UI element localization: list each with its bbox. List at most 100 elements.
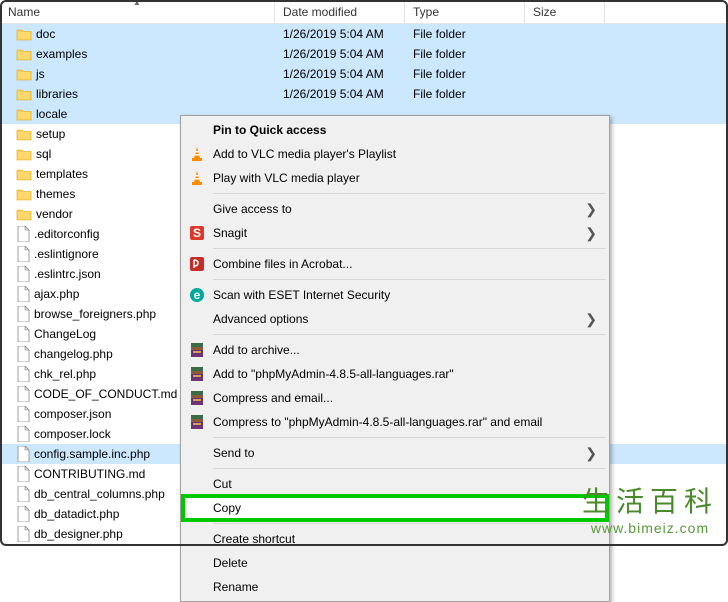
- submenu-arrow-icon: ❯: [585, 201, 597, 218]
- menu-item-scan-with-eset-internet-security[interactable]: Scan with ESET Internet Security: [183, 283, 607, 307]
- file-name-label: .eslintignore: [34, 247, 99, 261]
- file-name-label: CODE_OF_CONDUCT.md: [34, 387, 177, 401]
- menu-item-add-to-archive[interactable]: Add to archive...: [183, 338, 607, 362]
- file-name-label: composer.lock: [34, 427, 111, 441]
- submenu-arrow-icon: ❯: [585, 225, 597, 242]
- menu-item-label: Add to VLC media player's Playlist: [213, 147, 396, 161]
- menu-item-snagit[interactable]: Snagit❯: [183, 221, 607, 245]
- menu-item-cut[interactable]: Cut: [183, 472, 607, 496]
- file-icon: [16, 266, 30, 282]
- menu-item-play-with-vlc-media-player[interactable]: Play with VLC media player: [183, 166, 607, 190]
- file-icon: [16, 286, 30, 302]
- file-name-label: db_central_columns.php: [34, 487, 165, 501]
- rar-icon: [187, 412, 207, 432]
- menu-item-label: Combine files in Acrobat...: [213, 257, 352, 271]
- column-header-row: Name ▲ Date modified Type Size: [0, 0, 728, 24]
- file-icon: [16, 386, 30, 402]
- menu-separator: [213, 334, 606, 335]
- menu-item-compress-and-email[interactable]: Compress and email...: [183, 386, 607, 410]
- rar-icon: [187, 364, 207, 384]
- file-name-label: chk_rel.php: [34, 367, 96, 381]
- file-row[interactable]: doc1/26/2019 5:04 AMFile folder: [0, 24, 728, 44]
- file-name-label: .eslintrc.json: [34, 267, 101, 281]
- file-icon: [16, 506, 30, 522]
- menu-item-send-to[interactable]: Send to❯: [183, 441, 607, 465]
- folder-icon: [16, 28, 32, 41]
- file-name-label: themes: [36, 187, 75, 201]
- menu-item-delete[interactable]: Delete: [183, 551, 607, 575]
- menu-item-copy[interactable]: Copy: [183, 496, 607, 520]
- column-header-label: Type: [413, 5, 439, 19]
- watermark-url: www.bimeiz.com: [582, 520, 718, 536]
- menu-item-label: Rename: [213, 580, 258, 594]
- menu-item-label: Send to: [213, 446, 254, 460]
- menu-separator: [213, 193, 606, 194]
- file-name-label: db_datadict.php: [34, 507, 119, 521]
- blank-icon: [187, 474, 207, 494]
- file-name-label: .editorconfig: [34, 227, 99, 241]
- file-name-label: js: [36, 67, 45, 81]
- folder-icon: [16, 48, 32, 61]
- column-header-size[interactable]: Size: [525, 0, 605, 23]
- watermark: 生活百科 www.bimeiz.com: [582, 480, 718, 536]
- file-icon: [16, 426, 30, 442]
- folder-icon: [16, 208, 32, 221]
- column-header-type[interactable]: Type: [405, 0, 525, 23]
- file-date-cell: 1/26/2019 5:04 AM: [275, 87, 405, 101]
- file-name-cell: doc: [0, 27, 275, 41]
- rar-icon: [187, 340, 207, 360]
- file-icon: [16, 366, 30, 382]
- menu-item-combine-files-in-acrobat[interactable]: Combine files in Acrobat...: [183, 252, 607, 276]
- file-name-label: setup: [36, 127, 65, 141]
- menu-item-give-access-to[interactable]: Give access to❯: [183, 197, 607, 221]
- menu-item-label: Copy: [213, 501, 241, 515]
- menu-item-label: Compress and email...: [213, 391, 333, 405]
- column-header-name[interactable]: Name ▲: [0, 0, 275, 23]
- menu-item-add-to-vlc-media-player-s-playlist[interactable]: Add to VLC media player's Playlist: [183, 142, 607, 166]
- file-date-cell: 1/26/2019 5:04 AM: [275, 67, 405, 81]
- blank-icon: [187, 529, 207, 549]
- menu-item-label: Create shortcut: [213, 532, 295, 546]
- file-row[interactable]: examples1/26/2019 5:04 AMFile folder: [0, 44, 728, 64]
- blank-icon: [187, 120, 207, 140]
- column-header-date[interactable]: Date modified: [275, 0, 405, 23]
- file-date-cell: 1/26/2019 5:04 AM: [275, 27, 405, 41]
- menu-item-label: Scan with ESET Internet Security: [213, 288, 390, 302]
- file-name-cell: js: [0, 67, 275, 81]
- menu-separator: [213, 437, 606, 438]
- file-name-label: examples: [36, 47, 87, 61]
- menu-item-pin-to-quick-access[interactable]: Pin to Quick access: [183, 118, 607, 142]
- menu-separator: [213, 279, 606, 280]
- menu-item-rename[interactable]: Rename: [183, 575, 607, 599]
- menu-item-add-to-phpmyadmin-4-8-5-all-languages-rar[interactable]: Add to "phpMyAdmin-4.8.5-all-languages.r…: [183, 362, 607, 386]
- file-row[interactable]: js1/26/2019 5:04 AMFile folder: [0, 64, 728, 84]
- file-icon: [16, 486, 30, 502]
- file-icon: [16, 446, 30, 462]
- menu-item-label: Cut: [213, 477, 232, 491]
- file-name-label: ajax.php: [34, 287, 79, 301]
- blank-icon: [187, 443, 207, 463]
- menu-item-label: Play with VLC media player: [213, 171, 360, 185]
- file-icon: [16, 346, 30, 362]
- menu-separator: [213, 468, 606, 469]
- folder-icon: [16, 68, 32, 81]
- file-icon: [16, 306, 30, 322]
- file-name-label: locale: [36, 107, 67, 121]
- file-name-label: libraries: [36, 87, 78, 101]
- file-row[interactable]: libraries1/26/2019 5:04 AMFile folder: [0, 84, 728, 104]
- eset-icon: [187, 285, 207, 305]
- acrobat-icon: [187, 254, 207, 274]
- sort-ascending-icon: ▲: [133, 0, 141, 7]
- menu-item-compress-to-phpmyadmin-4-8-5-all-languages-rar-and-email[interactable]: Compress to "phpMyAdmin-4.8.5-all-langua…: [183, 410, 607, 434]
- snagit-icon: [187, 223, 207, 243]
- blank-icon: [187, 577, 207, 597]
- menu-item-create-shortcut[interactable]: Create shortcut: [183, 527, 607, 551]
- column-header-label: Size: [533, 5, 556, 19]
- file-name-label: templates: [36, 167, 88, 181]
- menu-item-advanced-options[interactable]: Advanced options❯: [183, 307, 607, 331]
- file-icon: [16, 326, 30, 342]
- folder-icon: [16, 168, 32, 181]
- menu-item-label: Add to "phpMyAdmin-4.8.5-all-languages.r…: [213, 367, 454, 381]
- menu-item-label: Pin to Quick access: [213, 123, 326, 137]
- file-name-cell: examples: [0, 47, 275, 61]
